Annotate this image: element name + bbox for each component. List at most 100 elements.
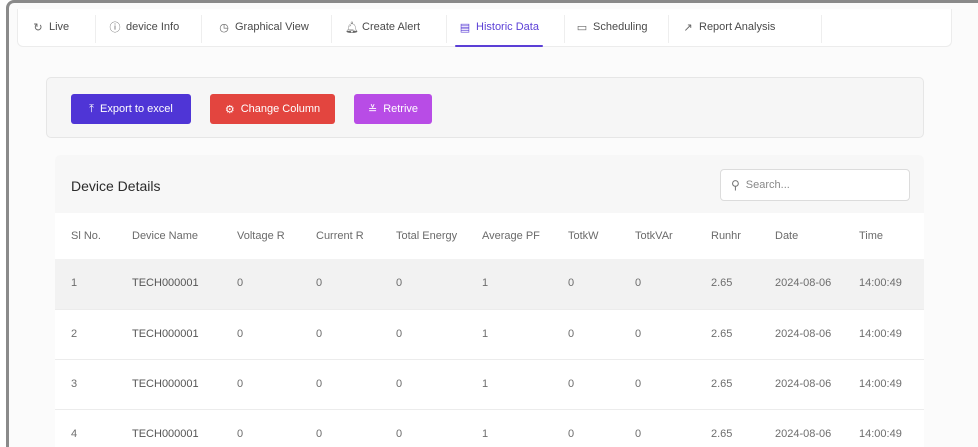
search-input[interactable]: [745, 179, 896, 191]
search-box: ⚲: [720, 169, 910, 201]
bell-icon: 🔔︎: [345, 21, 359, 34]
table-cell: 14:00:49: [843, 259, 924, 310]
table-cell: 0: [380, 359, 466, 410]
search-icon: ⚲: [731, 178, 740, 192]
column-header[interactable]: Sl No.: [55, 213, 116, 259]
tab-label: Scheduling: [593, 21, 648, 33]
tab-report-analysis[interactable]: ↗ Report Analysis: [682, 9, 775, 45]
column-header[interactable]: Average PF: [466, 213, 552, 259]
button-label: Change Column: [240, 103, 321, 115]
table-row[interactable]: 3 TECH000001 0 0 0 1 0 0 2.65 2024-08-06…: [55, 359, 924, 410]
table-cell: 2.65: [695, 359, 759, 410]
table-row[interactable]: 4 TECH000001 0 0 0 1 0 0 2.65 2024-08-06…: [55, 409, 924, 447]
column-header[interactable]: Current R: [300, 213, 380, 259]
table-cell: 2024-08-06: [759, 409, 843, 447]
table-cell: 2.65: [695, 409, 759, 447]
table-cell: 14:00:49: [843, 359, 924, 410]
table-cell: 14:00:49: [843, 309, 924, 360]
table-cell: 0: [300, 359, 380, 410]
table-cell: 0: [221, 259, 300, 310]
tab-bar: ↻ Live ⓘ device Info ◷ Graphical View 🔔︎…: [17, 9, 952, 47]
app-frame: ↻ Live ⓘ device Info ◷ Graphical View 🔔︎…: [6, 0, 978, 447]
table-cell: TECH000001: [116, 259, 221, 310]
device-details-card: Device Details ⚲ Sl No. Device Name Volt…: [55, 155, 924, 447]
line-chart-icon: ↗: [683, 21, 693, 34]
tab-historic-data[interactable]: ▤ Historic Data: [455, 9, 543, 47]
tab-scheduling[interactable]: ▭ Scheduling: [576, 9, 648, 45]
document-icon: ▤: [459, 21, 471, 34]
table-cell: 1: [466, 259, 552, 310]
tab-label: Historic Data: [476, 21, 539, 33]
tab-label: Graphical View: [235, 21, 309, 33]
table-cell: 1: [55, 259, 116, 310]
column-header[interactable]: TotkW: [552, 213, 619, 259]
table-cell: 2024-08-06: [759, 259, 843, 310]
table-cell: 0: [221, 359, 300, 410]
table-cell: 2024-08-06: [759, 309, 843, 360]
retrive-button[interactable]: ≚ Retrive: [354, 94, 432, 124]
tab-create-alert[interactable]: 🔔︎ Create Alert: [345, 9, 420, 45]
table-cell: 0: [300, 259, 380, 310]
table-cell: 2024-08-06: [759, 359, 843, 410]
table-cell: 3: [55, 359, 116, 410]
table-cell: 0: [300, 309, 380, 360]
card-header: Device Details ⚲: [55, 155, 924, 213]
column-header[interactable]: Date: [759, 213, 843, 259]
table-cell: 0: [619, 309, 695, 360]
table-cell: 1: [466, 309, 552, 360]
table-cell: 0: [552, 309, 619, 360]
table-cell: 0: [380, 309, 466, 360]
device-table: Sl No. Device Name Voltage R Current R T…: [55, 213, 924, 447]
tab-label: device Info: [126, 21, 180, 33]
tab-label: Live: [49, 21, 70, 33]
gear-icon: ⚙: [224, 103, 235, 116]
tab-device-info[interactable]: ⓘ device Info: [109, 9, 180, 45]
column-header[interactable]: Time: [843, 213, 924, 259]
active-tab-indicator: [455, 45, 543, 47]
column-header[interactable]: Voltage R: [221, 213, 300, 259]
table-cell: 0: [619, 359, 695, 410]
table-row[interactable]: 2 TECH000001 0 0 0 1 0 0 2.65 2024-08-06…: [55, 309, 924, 360]
tab-live[interactable]: ↻ Live: [32, 9, 69, 45]
upload-icon: ⤒: [89, 102, 95, 115]
table-cell: 1: [466, 359, 552, 410]
table-cell: TECH000001: [116, 409, 221, 447]
tab-label: Report Analysis: [699, 21, 776, 33]
table-cell: 0: [221, 309, 300, 360]
table-cell: 2.65: [695, 259, 759, 310]
chevrons-down-icon: ≚: [367, 103, 378, 116]
refresh-icon: ↻: [33, 21, 43, 34]
column-header[interactable]: Runhr: [695, 213, 759, 259]
table-cell: 0: [552, 259, 619, 310]
table-cell: 0: [552, 409, 619, 447]
table-cell: TECH000001: [116, 359, 221, 410]
table-cell: 0: [552, 359, 619, 410]
info-icon: ⓘ: [109, 22, 121, 34]
change-column-button[interactable]: ⚙ Change Column: [210, 94, 335, 124]
table-cell: 0: [619, 259, 695, 310]
column-header[interactable]: TotkVAr: [619, 213, 695, 259]
button-label: Retrive: [383, 103, 419, 115]
action-toolbar: ⤒ Export to excel ⚙ Change Column ≚ Retr…: [46, 77, 924, 138]
table-cell: TECH000001: [116, 309, 221, 360]
table-row[interactable]: 1 TECH000001 0 0 0 1 0 0 2.65 2024-08-06…: [55, 259, 924, 310]
table-cell: 0: [380, 409, 466, 447]
export-to-excel-button[interactable]: ⤒ Export to excel: [71, 94, 191, 124]
table-cell: 2.65: [695, 309, 759, 360]
button-label: Export to excel: [100, 103, 173, 115]
device-details-title: Device Details: [71, 178, 161, 194]
table-cell: 4: [55, 409, 116, 447]
tab-label: Create Alert: [362, 21, 421, 33]
table-cell: 0: [221, 409, 300, 447]
table-cell: 0: [380, 259, 466, 310]
column-header[interactable]: Total Energy: [380, 213, 466, 259]
chart-clock-icon: ◷: [219, 21, 229, 34]
table-cell: 1: [466, 409, 552, 447]
table-cell: 14:00:49: [843, 409, 924, 447]
table-cell: 2: [55, 309, 116, 360]
calendar-icon: ▭: [576, 21, 588, 34]
table-header-row: Sl No. Device Name Voltage R Current R T…: [55, 213, 924, 259]
column-header[interactable]: Device Name: [116, 213, 221, 259]
table-cell: 0: [619, 409, 695, 447]
tab-graphical-view[interactable]: ◷ Graphical View: [218, 9, 309, 45]
